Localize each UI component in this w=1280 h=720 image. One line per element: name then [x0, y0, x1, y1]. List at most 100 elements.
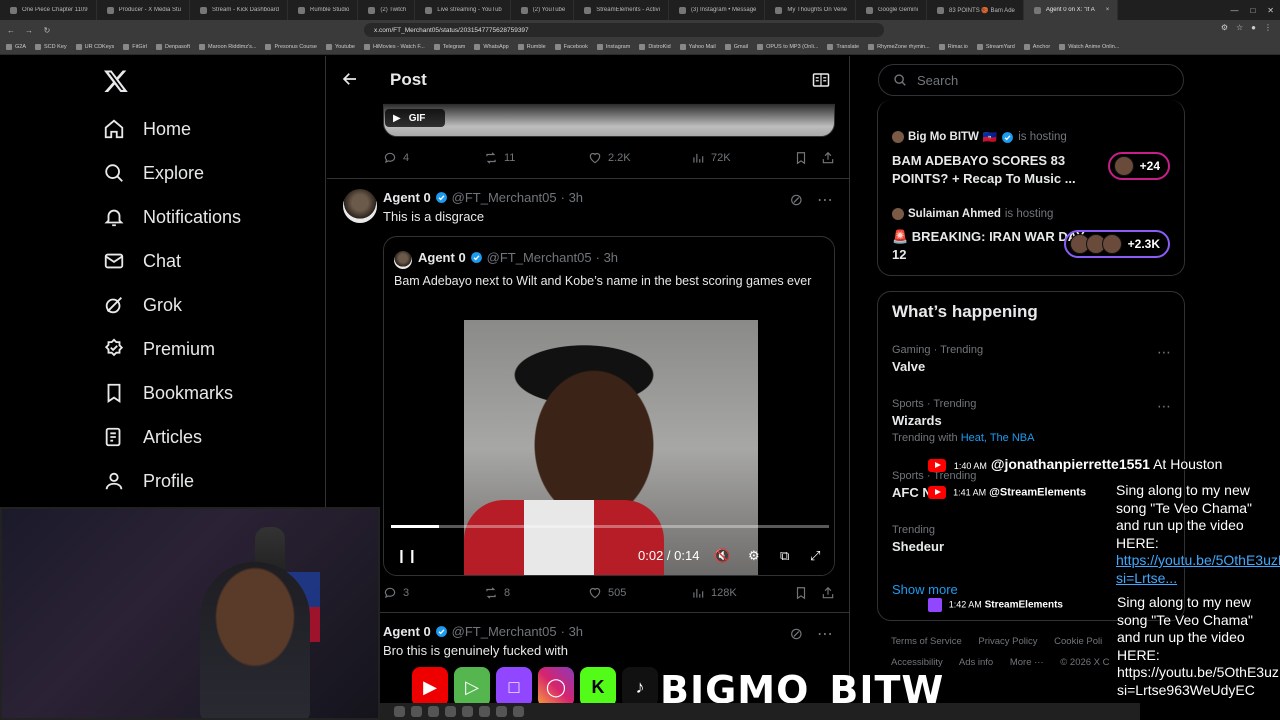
- forward-nav-icon[interactable]: →: [22, 26, 36, 35]
- more-options-icon[interactable]: ⋯: [817, 624, 833, 644]
- nav-grok[interactable]: Grok: [103, 294, 182, 316]
- back-nav-icon[interactable]: ←: [4, 26, 18, 35]
- reply-action[interactable]: 4: [383, 151, 409, 165]
- browser-tab[interactable]: Rumble Studio: [288, 0, 359, 20]
- minimize-icon[interactable]: —: [1230, 6, 1238, 15]
- nav-bookmarks[interactable]: Bookmarks: [103, 382, 233, 404]
- repost-action[interactable]: 11: [484, 151, 515, 165]
- bookmark-star-icon[interactable]: ☆: [1236, 23, 1243, 32]
- views-action[interactable]: 72K: [691, 151, 731, 165]
- maximize-icon[interactable]: □: [1250, 6, 1255, 15]
- bookmark-item[interactable]: Anchor: [1023, 44, 1050, 50]
- bookmark-item[interactable]: WhatsApp: [474, 44, 509, 50]
- browser-tab[interactable]: (2) Twitch: [358, 0, 416, 20]
- more-options-icon[interactable]: ⋯: [1157, 344, 1172, 361]
- trend-item[interactable]: Sports · Trending Wizards Trending with …: [892, 398, 1172, 444]
- browser-tab[interactable]: Producer - X Media Stu: [97, 0, 190, 20]
- share-icon[interactable]: [821, 151, 835, 165]
- more-options-icon[interactable]: ⋯: [817, 190, 833, 210]
- bookmark-action-icon[interactable]: [794, 586, 808, 600]
- pause-icon[interactable]: ❙❙: [396, 548, 418, 564]
- bookmark-item[interactable]: StreamYard: [976, 44, 1015, 50]
- pip-icon[interactable]: ⧉: [780, 548, 789, 564]
- browser-tab[interactable]: Agent 0 on X: "If A ×: [1023, 0, 1119, 20]
- more-options-icon[interactable]: ⋯: [1157, 398, 1172, 415]
- bookmark-item[interactable]: G2A: [6, 44, 26, 50]
- taskbar-app-icon[interactable]: [513, 706, 524, 717]
- trend-item[interactable]: Gaming · Trending Valve ⋯: [892, 344, 1172, 374]
- url-field[interactable]: x.com/FT_Merchant05/status/2031547775628…: [364, 23, 884, 37]
- footer-link[interactable]: Cookie Poli: [1054, 636, 1102, 647]
- bookmark-item[interactable]: Rimar.io: [938, 44, 968, 50]
- footer-link[interactable]: Accessibility: [891, 657, 943, 668]
- browser-tab[interactable]: StreamElements - Activi: [574, 0, 669, 20]
- reload-icon[interactable]: ↻: [40, 26, 54, 35]
- like-action[interactable]: 505: [588, 586, 626, 600]
- bookmark-item[interactable]: Rumble: [517, 44, 546, 50]
- bookmark-item[interactable]: OPUS to MP3 (Onli...: [757, 44, 818, 50]
- nav-chat[interactable]: Chat: [103, 250, 181, 272]
- footer-link[interactable]: Terms of Service: [891, 636, 962, 647]
- browser-tab[interactable]: 83 POINTS 🏀 Bam Ade: [927, 0, 1024, 20]
- bookmark-item[interactable]: HiMovies - Watch F...: [363, 44, 425, 50]
- close-tab-icon[interactable]: ×: [1106, 7, 1110, 13]
- footer-link[interactable]: Ads info: [959, 657, 993, 668]
- back-arrow-icon[interactable]: [341, 70, 359, 88]
- browser-tab[interactable]: (3) Instagram • Message: [669, 0, 766, 20]
- nav-premium[interactable]: Premium: [103, 338, 215, 360]
- share-icon[interactable]: [821, 586, 835, 600]
- search-input[interactable]: Search: [878, 64, 1184, 96]
- listeners-pill[interactable]: +24: [1107, 152, 1170, 180]
- reply-action[interactable]: 3: [383, 586, 409, 600]
- browser-menu-icon[interactable]: ⋮: [1264, 23, 1272, 32]
- reader-mode-icon[interactable]: [812, 72, 830, 88]
- bookmark-item[interactable]: Translate: [827, 44, 859, 50]
- taskbar-app-icon[interactable]: [479, 706, 490, 717]
- bookmark-item[interactable]: SCD Key: [35, 44, 67, 50]
- close-window-icon[interactable]: ✕: [1267, 6, 1274, 15]
- bookmark-item[interactable]: Watch Anime Onlin...: [1059, 44, 1119, 50]
- bookmark-item[interactable]: FitGirl: [123, 44, 147, 50]
- bookmark-item[interactable]: DistroKid: [639, 44, 671, 50]
- extensions-icon[interactable]: ⚙: [1221, 23, 1228, 32]
- nav-profile[interactable]: Profile: [103, 470, 194, 492]
- bookmark-item[interactable]: Maroon Riddimz's...: [199, 44, 256, 50]
- chat-link[interactable]: https://youtu.be/5OthE3uzLLg?: [1117, 664, 1280, 680]
- video-progress[interactable]: [391, 525, 829, 528]
- browser-tab[interactable]: One Piece Chapter 1109: [0, 0, 97, 20]
- bookmark-item[interactable]: Presonus Course: [265, 44, 317, 50]
- bookmark-item[interactable]: Denpasoft: [155, 44, 190, 50]
- nav-explore[interactable]: Explore: [103, 162, 204, 184]
- bookmark-item[interactable]: RhymeZone rhymin...: [868, 44, 930, 50]
- x-logo-icon[interactable]: [103, 68, 129, 94]
- profile-menu-icon[interactable]: ●: [1251, 23, 1256, 32]
- tweet-author[interactable]: Agent 0 @FT_Merchant05 · 3h: [383, 624, 583, 639]
- bookmark-item[interactable]: Youtube: [325, 44, 355, 50]
- trend-with-links[interactable]: Heat, The NBA: [961, 432, 1035, 444]
- grok-explain-icon[interactable]: ⊘: [790, 190, 803, 210]
- nav-notifications[interactable]: Notifications: [103, 206, 241, 228]
- browser-tab[interactable]: My Thoughts On Vene: [765, 0, 856, 20]
- like-action[interactable]: 2.2K: [588, 151, 631, 165]
- nav-home[interactable]: Home: [103, 118, 191, 140]
- taskbar-app-icon[interactable]: [445, 706, 456, 717]
- bookmark-item[interactable]: Instagram: [596, 44, 630, 50]
- avatar[interactable]: [343, 189, 377, 223]
- bookmark-action-icon[interactable]: [794, 151, 808, 165]
- footer-link[interactable]: More ···: [1010, 657, 1044, 668]
- taskbar-app-icon[interactable]: [411, 706, 422, 717]
- views-action[interactable]: 128K: [691, 586, 737, 600]
- gif-badge[interactable]: ▶ GIF: [385, 109, 445, 127]
- repost-action[interactable]: 8: [484, 586, 510, 600]
- footer-link[interactable]: Privacy Policy: [978, 636, 1037, 647]
- tweet-author[interactable]: Agent 0 @FT_Merchant05 · 3h: [383, 190, 583, 205]
- gif-media[interactable]: [383, 103, 835, 137]
- bookmark-item[interactable]: UR CDKeys: [75, 44, 114, 50]
- bookmark-item[interactable]: Facebook: [554, 44, 588, 50]
- browser-tab[interactable]: Live streaming - YouTub: [415, 0, 511, 20]
- bookmark-item[interactable]: Yahoo Mail: [679, 44, 716, 50]
- chat-link[interactable]: https://youtu.be/5OthE3uzLLg?si=Lrtse...: [1116, 552, 1280, 586]
- show-more-link[interactable]: Show more: [892, 582, 958, 597]
- quoted-post[interactable]: Agent 0 @FT_Merchant05 · 3h Bam Adebayo …: [383, 236, 835, 576]
- settings-icon[interactable]: ⚙: [748, 548, 760, 564]
